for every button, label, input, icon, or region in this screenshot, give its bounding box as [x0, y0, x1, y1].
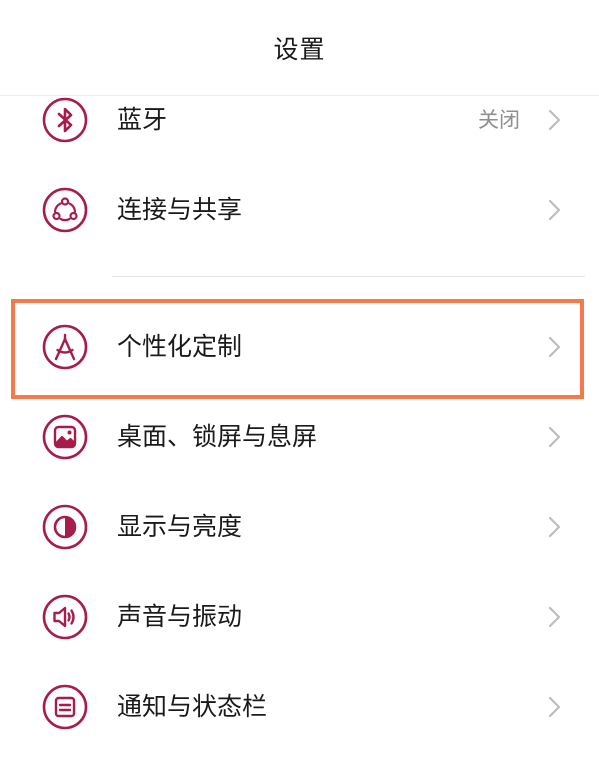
personalization-icon	[42, 324, 88, 370]
wallpaper-icon	[42, 414, 88, 460]
settings-item-connection-share[interactable]: 连接与共享	[0, 165, 599, 255]
chevron-right-icon	[542, 335, 566, 359]
notification-statusbar-icon	[42, 684, 88, 730]
settings-item-label: 桌面、锁屏与息屏	[117, 422, 318, 451]
bluetooth-status: 关闭	[478, 108, 520, 132]
settings-item-label: 通知与状态栏	[117, 692, 268, 721]
chevron-right-icon	[542, 198, 566, 222]
chevron-right-icon	[542, 605, 566, 629]
settings-item-label: 蓝牙	[117, 105, 168, 134]
settings-item-bluetooth[interactable]: 蓝牙 关闭	[0, 75, 599, 165]
section-divider	[112, 276, 585, 277]
settings-item-label: 显示与亮度	[117, 512, 243, 541]
chevron-right-icon	[542, 108, 566, 132]
chevron-right-icon	[542, 695, 566, 719]
sound-vibration-icon	[42, 594, 88, 640]
settings-item-desktop-lockscreen[interactable]: 桌面、锁屏与息屏	[0, 392, 599, 482]
settings-item-label: 个性化定制	[117, 332, 243, 361]
page-title: 设置	[273, 34, 326, 64]
chevron-right-icon	[542, 425, 566, 449]
chevron-right-icon	[542, 515, 566, 539]
display-brightness-icon	[42, 504, 88, 550]
settings-item-display-brightness[interactable]: 显示与亮度	[0, 482, 599, 572]
settings-item-sound-vibration[interactable]: 声音与振动	[0, 572, 599, 662]
settings-item-label: 声音与振动	[117, 602, 243, 631]
settings-item-notification-statusbar[interactable]: 通知与状态栏	[0, 662, 599, 752]
settings-item-personalization[interactable]: 个性化定制	[0, 302, 599, 392]
connection-share-icon	[42, 187, 88, 233]
settings-item-label: 连接与共享	[117, 195, 243, 224]
bluetooth-icon	[42, 97, 88, 143]
